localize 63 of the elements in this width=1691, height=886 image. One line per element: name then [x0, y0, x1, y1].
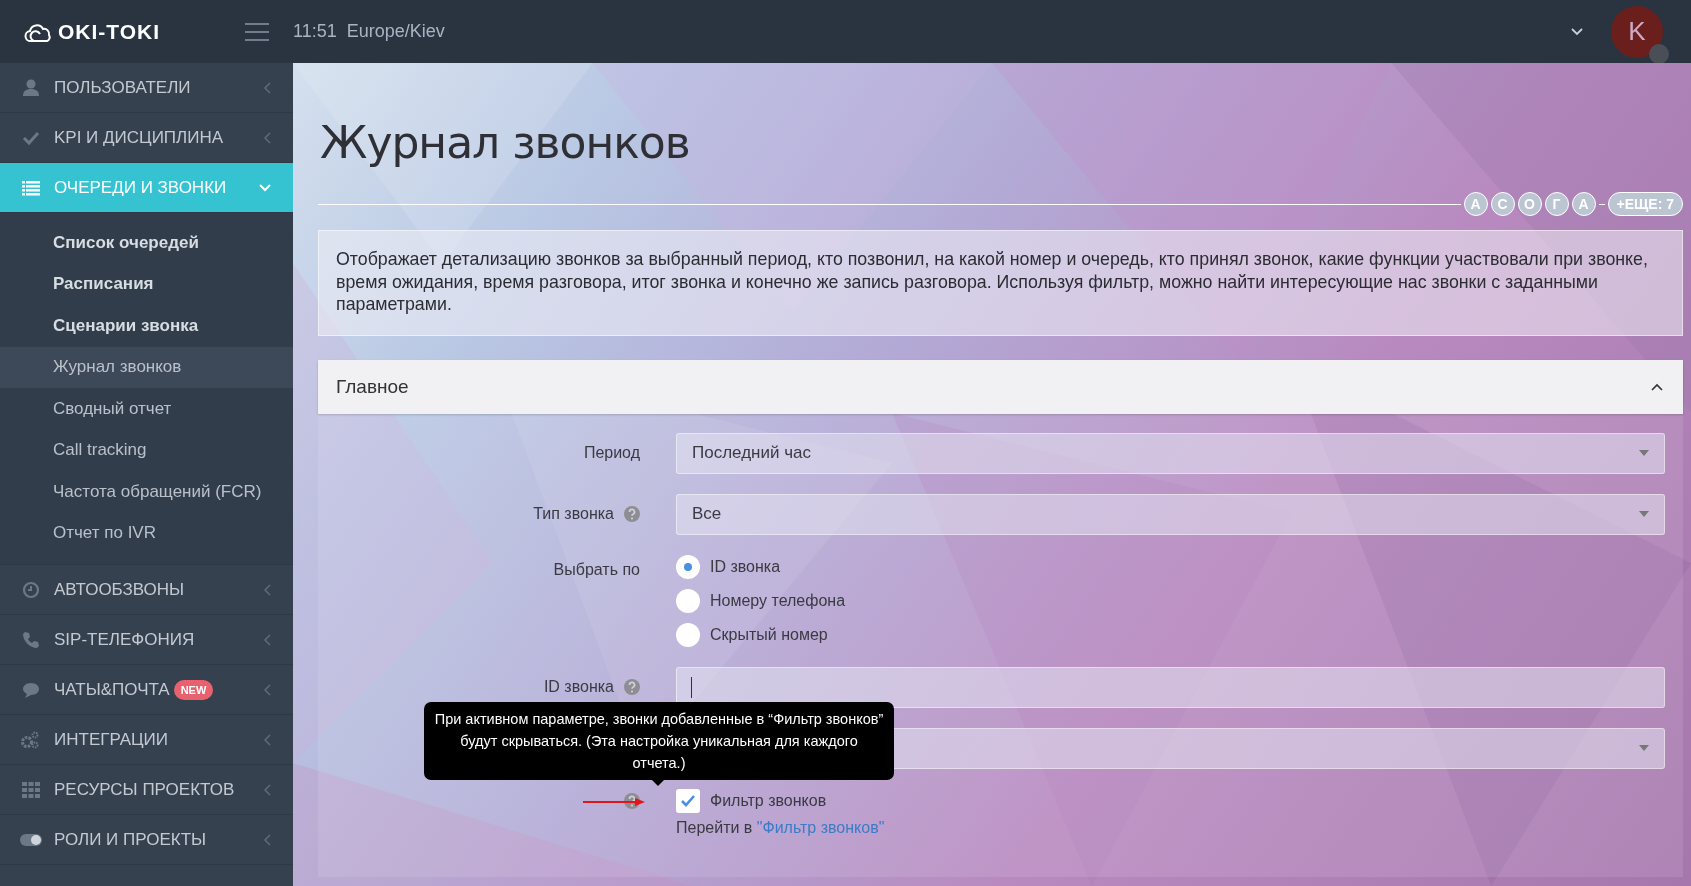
page-title: Журнал звонков — [320, 117, 691, 168]
submenu-item[interactable]: Журнал звонков — [0, 346, 293, 388]
caret-icon — [1639, 511, 1649, 517]
submenu-item[interactable]: Частота обращений (FCR) — [0, 471, 293, 513]
radio-option[interactable]: Номеру телефона — [676, 588, 1683, 613]
tooltip: При активном параметре, звонки добавленные в “Фильтр звонков” будут скрываться. (Эта настройка уникальная для каждого отчета.) — [424, 701, 894, 780]
field-label: ID звонка — [543, 678, 614, 696]
chevron-down-icon — [259, 183, 271, 192]
phone-icon — [22, 630, 40, 649]
timezone: Europe/Kiev — [346, 21, 445, 42]
field-label: Выбрать по — [553, 560, 640, 579]
app-logo: OKI-TOKI — [58, 19, 161, 44]
chevron-left-icon — [264, 833, 271, 846]
help-icon — [624, 506, 640, 522]
chevron-left-icon — [264, 733, 271, 746]
submenu-item[interactable]: Сценарии звонка — [0, 305, 293, 347]
hint-text: Перейти в — [676, 818, 754, 836]
tooltip-pointer-icon — [652, 779, 664, 786]
status-dot — [1649, 43, 1669, 64]
user-avatar[interactable]: K — [1611, 5, 1663, 58]
chevron-left-icon — [264, 783, 271, 796]
submenu-item[interactable]: Call tracking — [0, 429, 293, 471]
chevron-left-icon — [264, 81, 271, 94]
radio-option[interactable]: Скрытый номер — [676, 622, 1683, 647]
checkbox-label: Фильтр звонков — [710, 791, 827, 810]
checkbox[interactable] — [676, 788, 700, 813]
checkmark-icon — [680, 793, 696, 808]
chevron-left-icon — [264, 131, 271, 144]
new-badge: NEW — [173, 679, 214, 700]
submenu-item[interactable]: Расписания — [0, 263, 293, 305]
chevron-up-icon — [1651, 382, 1663, 391]
submenu-item[interactable]: Список очередей — [0, 222, 293, 264]
arrow-icon — [583, 796, 647, 807]
menu-icon — [245, 22, 269, 41]
clock-icon — [22, 580, 40, 599]
clock-time: 11:51 — [293, 21, 337, 42]
radio-button[interactable] — [676, 622, 700, 647]
radio-option[interactable]: ID звонка — [676, 554, 1683, 579]
chevron-left-icon — [264, 683, 271, 696]
list-icon — [22, 178, 40, 197]
field-label: Тип звонка — [533, 505, 614, 523]
chevron-left-icon — [264, 633, 271, 646]
submenu-item[interactable]: Отчет по IVR — [0, 512, 293, 554]
panel-title: Главное — [336, 375, 410, 398]
radio-button[interactable] — [676, 554, 700, 579]
radio-button[interactable] — [676, 588, 700, 613]
user-icon — [22, 78, 40, 97]
caret-icon — [1639, 745, 1649, 751]
caret-icon — [1639, 450, 1649, 456]
gears-icon — [21, 730, 41, 749]
submenu-item[interactable]: Сводный отчет — [0, 388, 293, 430]
input-field[interactable] — [676, 666, 1665, 708]
description-text: Отображает детализацию звонков за выбранный период, кто позвонил, на какой номер и очередь, кто принял звонок, какие функции участвовали при звонке, время ожидания, время разговора, итог звонка и конечно же запись разговора. Используя фильтр, можно найти интересующие нас звонки с заданными параметрами. — [318, 230, 1683, 336]
dropdown-button[interactable] — [1569, 25, 1585, 38]
select-field[interactable]: Последний час — [676, 432, 1665, 474]
chat-icon — [22, 680, 40, 699]
field-label: Период — [583, 444, 640, 462]
select-field[interactable]: Все — [676, 493, 1665, 535]
chevron-left-icon — [264, 583, 271, 596]
panel-header[interactable]: Главное — [318, 359, 1683, 414]
chevron-down-icon — [1571, 27, 1583, 36]
grid-icon — [22, 780, 40, 799]
help-icon — [624, 679, 640, 695]
